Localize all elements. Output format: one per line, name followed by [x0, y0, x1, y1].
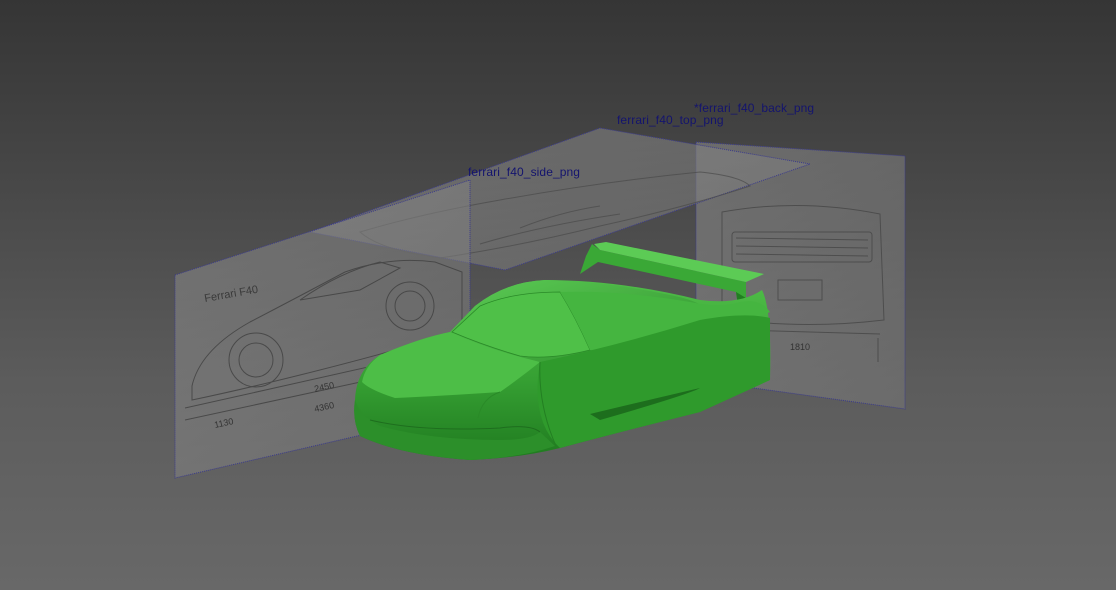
3d-viewport[interactable]: 1810 Ferrari F40 2450 4360 1130 ferrari_…	[0, 0, 1116, 590]
plane-label-side[interactable]: ferrari_f40_side_png	[468, 165, 580, 179]
back-dim-text: 1810	[790, 342, 810, 352]
plane-label-back[interactable]: *ferrari_f40_back_png	[694, 101, 814, 115]
viewport-scene[interactable]: 1810 Ferrari F40 2450 4360 1130	[0, 0, 1116, 590]
plane-label-top[interactable]: ferrari_f40_top_png	[617, 113, 724, 127]
